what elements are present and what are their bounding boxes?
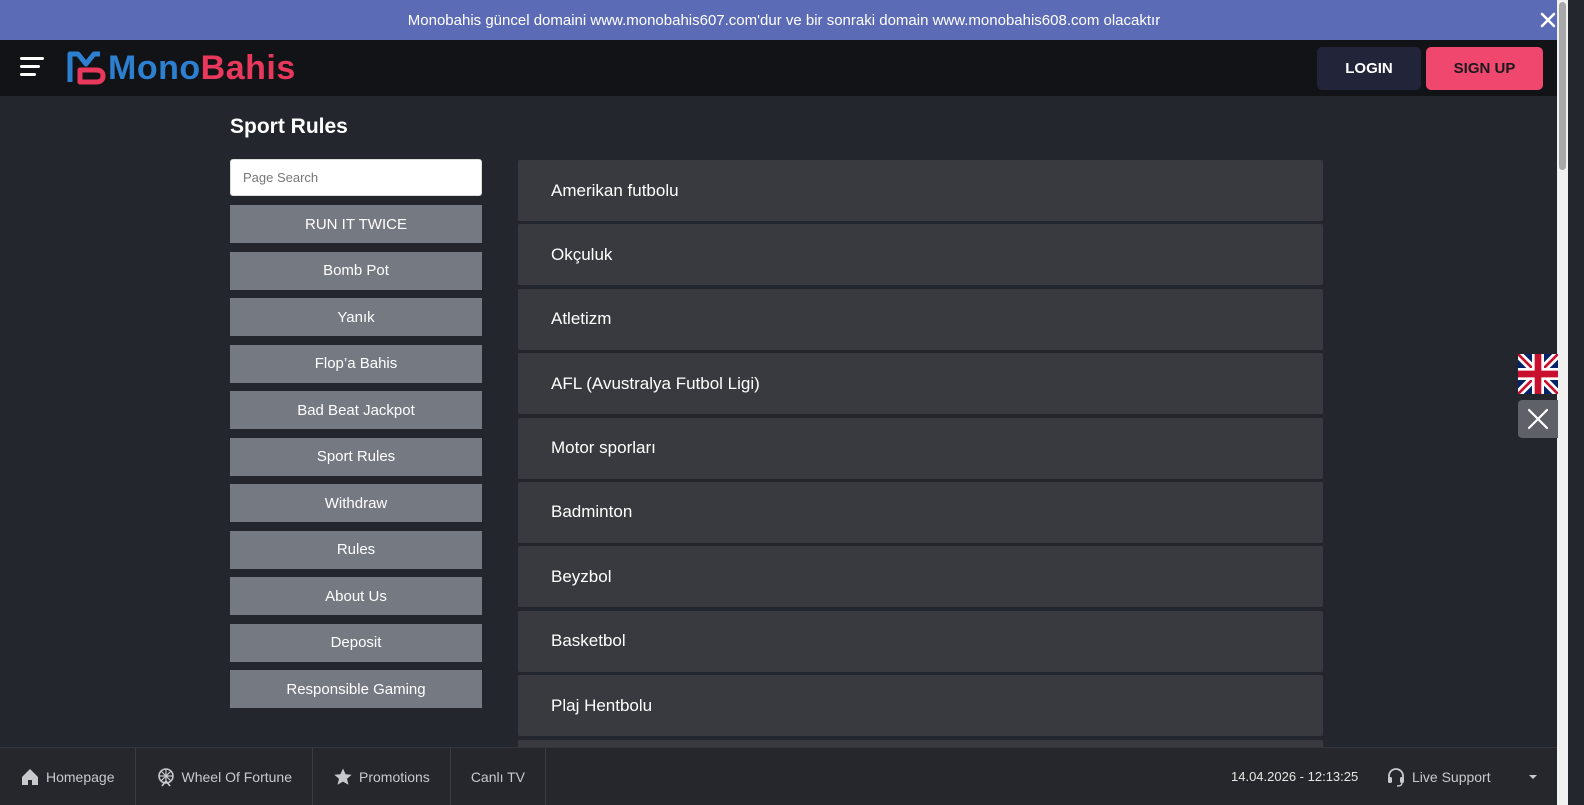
logo-mark-icon [67, 51, 106, 85]
rule-row-beyzbol[interactable]: Beyzbol [518, 546, 1323, 608]
rule-row-badminton[interactable]: Badminton [518, 481, 1323, 543]
close-icon [1527, 408, 1549, 430]
hamburger-menu-icon[interactable] [20, 57, 48, 79]
rule-row-plaj-hentbolu[interactable]: Plaj Hentbolu [518, 675, 1323, 737]
uk-flag-icon[interactable] [1515, 351, 1561, 397]
announcement-bar: Monobahis güncel domaini www.monobahis60… [0, 0, 1568, 40]
menu-item-sport-rules[interactable]: Sport Rules [230, 437, 482, 476]
menu-item-deposit[interactable]: Deposit [230, 623, 482, 662]
star-icon [334, 768, 352, 785]
menu-item-flopa-bahis[interactable]: Flop’a Bahis [230, 344, 482, 383]
home-icon [22, 768, 38, 785]
announcement-text: Monobahis güncel domaini www.monobahis60… [407, 11, 1161, 29]
menu-item-yanik[interactable]: Yanık [230, 298, 482, 336]
scrollbar-thumb[interactable] [1559, 2, 1566, 170]
rule-row-afl[interactable]: AFL (Avustralya Futbol Ligi) [518, 353, 1323, 415]
homepage-label: Homepage [46, 768, 115, 785]
bottom-homepage-link[interactable]: Homepage [0, 748, 136, 805]
wheel-icon [157, 767, 174, 786]
rule-row-basketbol[interactable]: Basketbol [518, 610, 1323, 672]
menu-item-responsible-gaming[interactable]: Responsible Gaming [230, 670, 482, 708]
site-logo[interactable]: MonoBahis [66, 47, 296, 89]
bottom-bar: Homepage Wheel Of Fortune Promotions Can… [0, 747, 1557, 805]
live-support-label: Live Support [1412, 768, 1491, 785]
menu-item-bad-beat-jackpot[interactable]: Bad Beat Jackpot [230, 391, 482, 429]
bottom-wheel-link[interactable]: Wheel Of Fortune [136, 748, 313, 805]
menu-item-bomb-pot[interactable]: Bomb Pot [230, 251, 482, 290]
page-title: Sport Rules [230, 115, 348, 138]
logo-text: MonoBahis [108, 48, 296, 87]
datetime-display: 14.04.2026 - 12:13:25 [1231, 769, 1359, 784]
sport-rules-list: Amerikan futbolu Okçuluk Atletizm AFL (A… [518, 160, 1323, 747]
page-scrollbar[interactable] [1557, 0, 1568, 805]
signup-button[interactable]: SIGN UP [1426, 47, 1543, 90]
menu-item-run-it-twice[interactable]: RUN IT TWICE [230, 205, 482, 243]
wheel-label: Wheel Of Fortune [181, 768, 293, 785]
promotions-label: Promotions [359, 768, 430, 785]
menu-item-about-us[interactable]: About Us [230, 577, 482, 615]
canli-tv-label: Canlı TV [470, 768, 526, 785]
rule-row-atletizm[interactable]: Atletizm [518, 288, 1323, 350]
rule-row-motor-sporlari[interactable]: Motor sporları [518, 417, 1323, 479]
bottom-canli-tv-link[interactable]: Canlı TV [451, 748, 547, 805]
menu-item-rules[interactable]: Rules [230, 530, 482, 569]
login-button[interactable]: LOGIN [1317, 47, 1421, 90]
rule-row-okculuk[interactable]: Okçuluk [518, 224, 1323, 286]
side-menu: RUN IT TWICE Bomb Pot Yanık Flop’a Bahis… [230, 205, 482, 717]
menu-item-withdraw[interactable]: Withdraw [230, 484, 482, 522]
language-close-button[interactable] [1518, 400, 1558, 438]
headset-icon [1388, 767, 1404, 787]
chevron-down-icon[interactable] [1526, 770, 1540, 784]
page-search-input[interactable] [230, 159, 482, 196]
rule-row-partial[interactable] [518, 739, 1323, 747]
rule-row-amerikan-futbolu[interactable]: Amerikan futbolu [518, 160, 1323, 221]
top-header: MonoBahis LOGIN SIGN UP [0, 40, 1568, 96]
bottom-promotions-link[interactable]: Promotions [313, 748, 451, 805]
live-support-link[interactable]: Live Support [1386, 748, 1491, 805]
